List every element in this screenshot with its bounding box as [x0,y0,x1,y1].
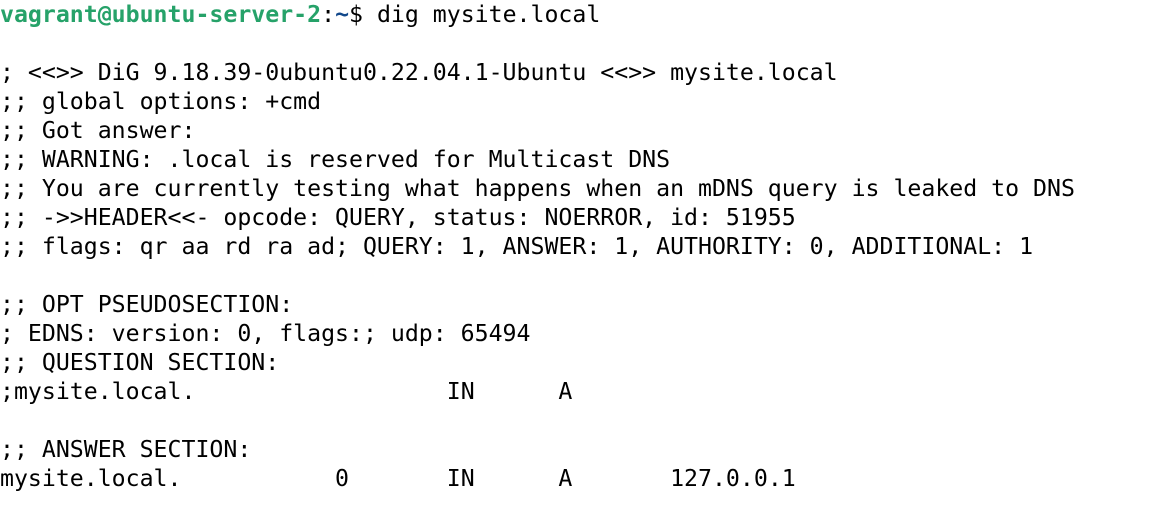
output-line: ; EDNS: version: 0, flags:; udp: 65494 [0,320,531,347]
prompt-line: vagrant@ubuntu-server-2:~$ dig mysite.lo… [0,0,1167,29]
output-line: ;; QUESTION SECTION: [0,349,280,376]
output-line: ;; global options: +cmd [0,88,322,115]
output-line: ;; WARNING: .local is reserved for Multi… [0,146,671,173]
output-line: ;; You are currently testing what happen… [0,175,1075,202]
prompt-separator: : [321,1,336,28]
terminal-window[interactable]: vagrant@ubuntu-server-2:~$ dig mysite.lo… [0,0,1167,509]
output-line: ;; ->>HEADER<<- opcode: QUERY, status: N… [0,204,796,231]
command-text: dig mysite.local [376,1,601,28]
output-line: mysite.local. 0 IN A 127.0.0.1 [0,465,796,492]
output-line: ;mysite.local. IN A [0,378,573,405]
output-line: ;; OPT PSEUDOSECTION: [0,291,294,318]
prompt-path: ~ [335,1,350,28]
prompt-user-host: vagrant@ubuntu-server-2 [0,1,322,28]
output-line: ;; ANSWER SECTION: [0,436,252,463]
output-line: ;; flags: qr aa rd ra ad; QUERY: 1, ANSW… [0,233,1034,260]
output-line: ; <<>> DiG 9.18.39-0ubuntu0.22.04.1-Ubun… [0,59,838,86]
prompt-symbol: $ [349,1,377,28]
output-line: ;; Got answer: [0,117,196,144]
